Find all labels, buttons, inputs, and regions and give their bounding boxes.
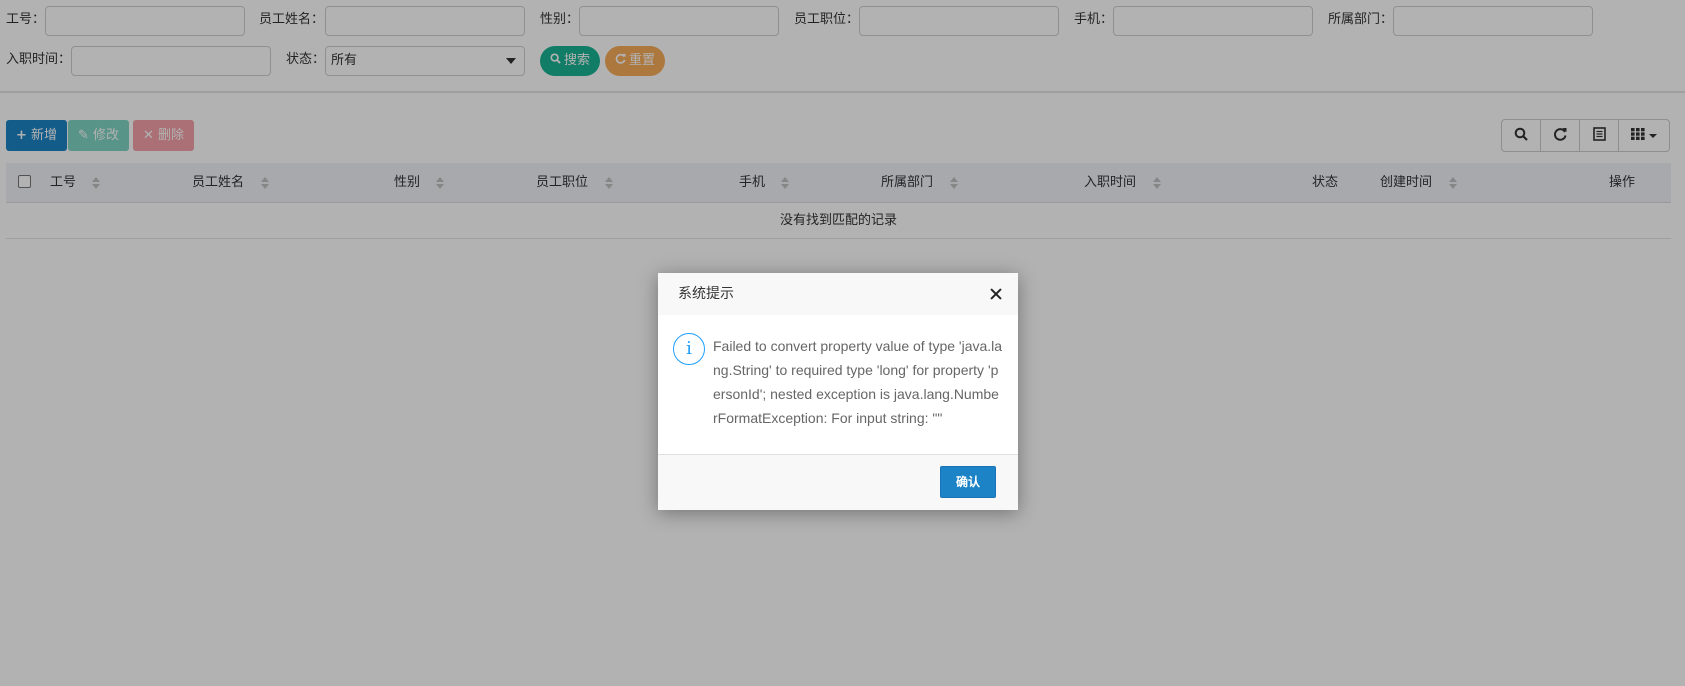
system-alert-dialog: 系统提示 i Failed to convert property value … [658,273,1018,510]
close-icon[interactable] [988,286,1004,302]
dialog-title: 系统提示 [678,286,734,302]
info-icon: i [673,333,705,365]
dialog-message: Failed to convert property value of type… [713,338,1003,426]
confirm-button[interactable]: 确认 [940,466,996,498]
dialog-footer: 确认 [658,454,1018,510]
dialog-header: 系统提示 [658,273,1018,315]
